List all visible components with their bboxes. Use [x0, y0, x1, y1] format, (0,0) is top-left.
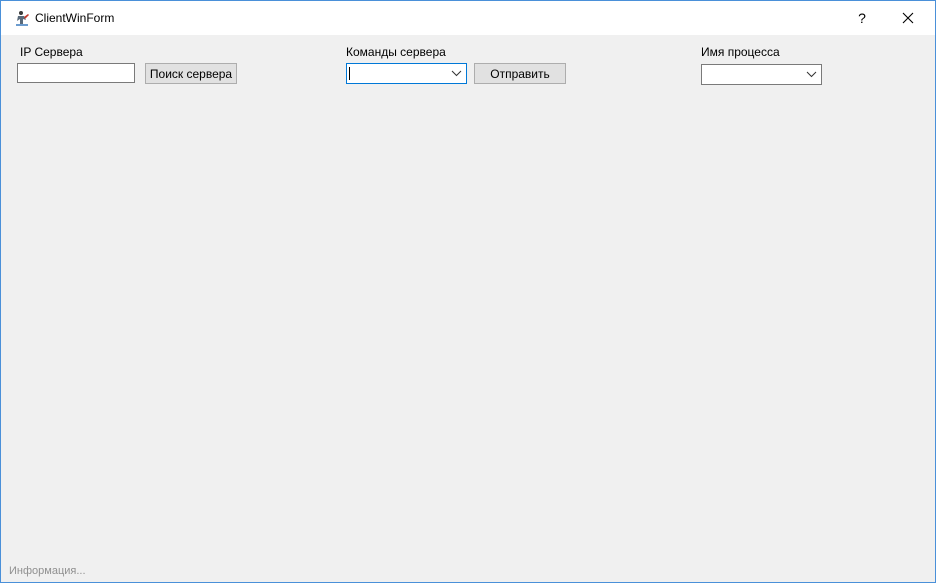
close-button[interactable] — [885, 1, 931, 35]
server-ip-input[interactable] — [17, 63, 135, 83]
app-icon — [16, 11, 29, 26]
title-bar[interactable]: ClientWinForm ? — [1, 1, 935, 35]
help-icon: ? — [858, 10, 866, 26]
client-win-form-window: ClientWinForm ? IP Сервера Поиск сервера… — [0, 0, 936, 583]
server-ip-label: IP Сервера — [20, 45, 83, 59]
help-button[interactable]: ? — [839, 1, 885, 35]
send-button[interactable]: Отправить — [474, 63, 566, 84]
server-commands-label: Команды сервера — [346, 45, 446, 59]
search-server-button[interactable]: Поиск сервера — [145, 63, 237, 84]
process-name-label: Имя процесса — [701, 45, 780, 59]
status-label: Информация... — [9, 565, 86, 577]
window-title: ClientWinForm — [35, 11, 115, 25]
chevron-down-icon[interactable] — [806, 69, 817, 80]
close-icon — [902, 12, 914, 24]
process-name-combobox[interactable] — [701, 64, 822, 85]
chevron-down-icon[interactable] — [451, 68, 462, 79]
server-commands-combobox[interactable] — [346, 63, 467, 84]
text-caret — [349, 67, 350, 80]
